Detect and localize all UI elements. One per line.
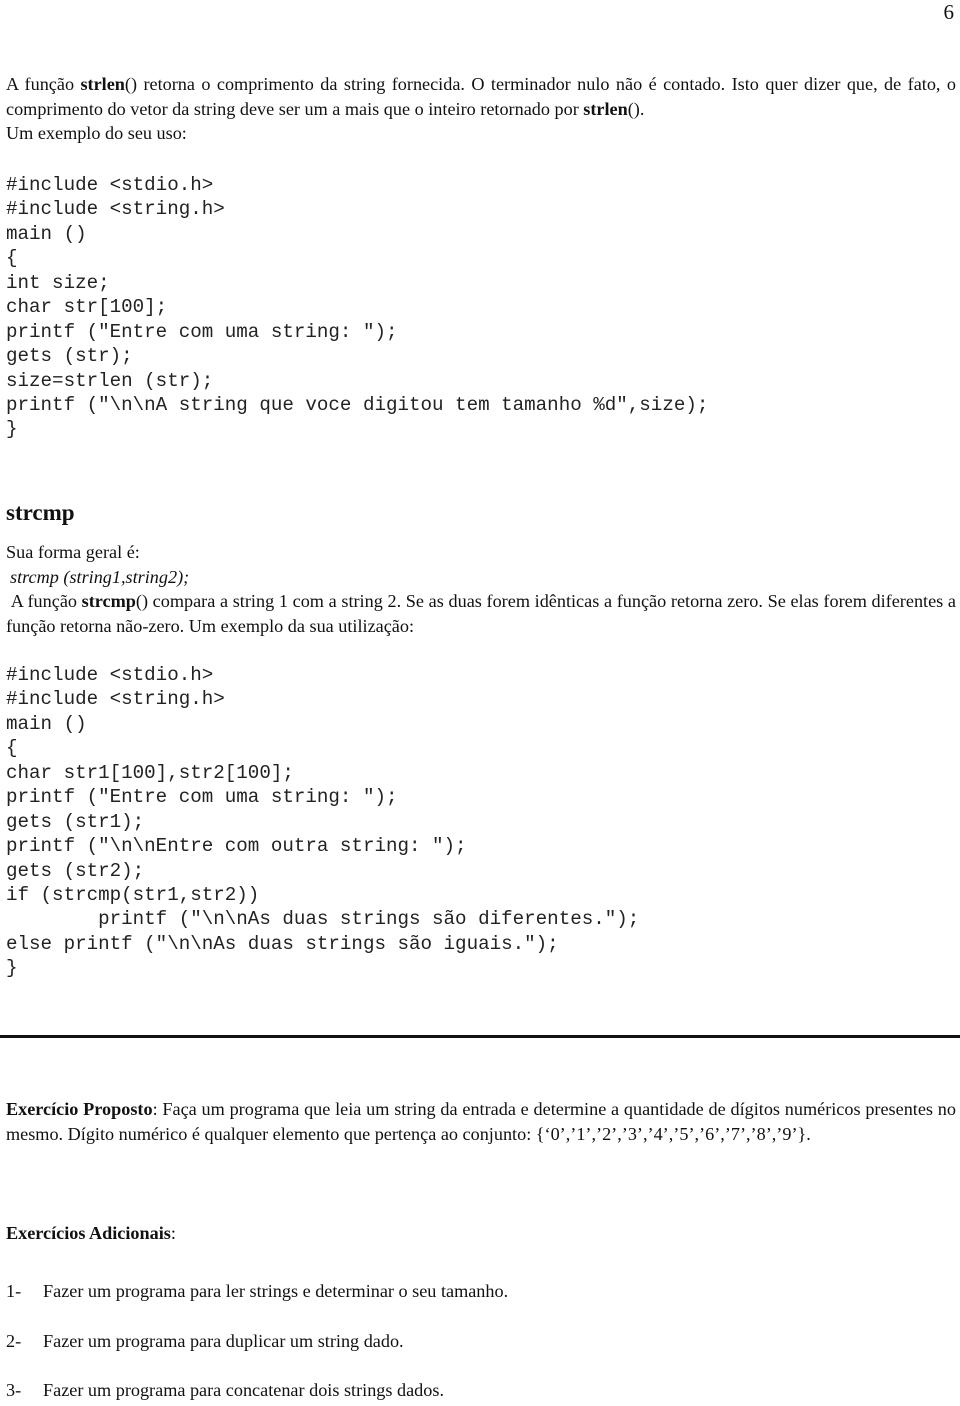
code-line: if (strcmp(str1,str2)) (6, 883, 260, 906)
exercise-list-item: 3- Fazer um programa para concatenar dois… (6, 1380, 444, 1401)
code-line: main () (6, 222, 87, 245)
additional-exercises-heading: Exercícios Adicionais: (6, 1221, 176, 1246)
additional-exercises-label: Exercícios Adicionais (6, 1223, 171, 1243)
exercise-text: Fazer um programa para ler strings e det… (43, 1281, 509, 1301)
exercise-number: 1- (6, 1281, 22, 1301)
strlen-code-block: #include <stdio.h> #include <string.h> mai… (6, 173, 708, 442)
code-line: char str1[100],str2[100]; (6, 761, 294, 784)
exercise-list-item: 1- Fazer um programa para ler strings e d… (6, 1281, 508, 1302)
strlen-keyword: strlen (80, 74, 125, 94)
section-divider (0, 1035, 960, 1038)
additional-exercises-colon: : (170, 1223, 176, 1243)
code-line: #include <stdio.h> (6, 174, 214, 196)
page-number: 6 (943, 0, 955, 24)
strlen-text-suffix: (). (627, 98, 645, 119)
strlen-example-intro: Um exemplo do seu uso: (6, 123, 187, 143)
code-line: { (6, 247, 18, 270)
code-line: gets (str2); (6, 859, 145, 882)
exercise-number: 2- (6, 1331, 22, 1351)
strcmp-code-block: #include <stdio.h> #include <string.h> mai… (6, 663, 639, 981)
strcmp-heading: strcmp (6, 500, 75, 525)
strcmp-text-prefix: A função (10, 591, 82, 611)
code-line: #include <string.h> (6, 198, 225, 221)
strlen-description: A função strlen() retorna o comprimento … (6, 72, 956, 121)
exercise-list-item: 2- Fazer um programa para duplicar um str… (6, 1331, 404, 1352)
code-line: { (6, 737, 18, 760)
code-line: gets (str); (6, 345, 133, 368)
code-line: } (6, 957, 18, 980)
code-line: int size; (6, 271, 110, 294)
strlen-text-mid: () retorna o comprimento da string forne… (6, 74, 956, 119)
exercise-number: 3- (6, 1380, 22, 1400)
code-line: printf ("Entre com uma string: "); (6, 786, 398, 809)
code-line: gets (str1); (6, 810, 145, 833)
strlen-keyword-2: strlen (583, 98, 628, 119)
code-line: printf ("\n\nEntre com outra string: "); (6, 835, 467, 858)
code-line: printf ("\n\nA string que voce digitou t… (6, 393, 709, 416)
code-line: else printf ("\n\nAs duas strings são ig… (6, 932, 559, 955)
strlen-text-prefix: A função (6, 74, 81, 94)
code-line: #include <stdio.h> (6, 664, 214, 686)
code-line: } (6, 418, 18, 441)
general-form-label: Sua forma geral é: (6, 542, 140, 562)
code-line: printf ("Entre com uma string: "); (6, 320, 398, 343)
exercise-proposed: Exercício Proposto: Faça um programa que… (6, 1097, 956, 1146)
exercise-text: Fazer um programa para duplicar um strin… (43, 1331, 404, 1351)
code-line: #include <string.h> (6, 688, 225, 711)
code-line: char str[100]; (6, 296, 168, 319)
strcmp-description: A função strcmp() compara a string 1 com… (6, 589, 956, 638)
code-line: size=strlen (str); (6, 369, 214, 392)
strcmp-keyword: strcmp (81, 591, 136, 611)
exercise-proposed-label: Exercício Proposto (6, 1099, 153, 1119)
code-line: printf ("\n\nAs duas strings são diferen… (6, 908, 640, 931)
general-form-signature: strcmp (string1,string2); (10, 567, 190, 587)
strcmp-text-suffix: () compara a string 1 com a string 2. Se… (6, 591, 956, 636)
exercise-text: Fazer um programa para concatenar dois s… (43, 1380, 444, 1400)
code-line: main () (6, 712, 87, 735)
